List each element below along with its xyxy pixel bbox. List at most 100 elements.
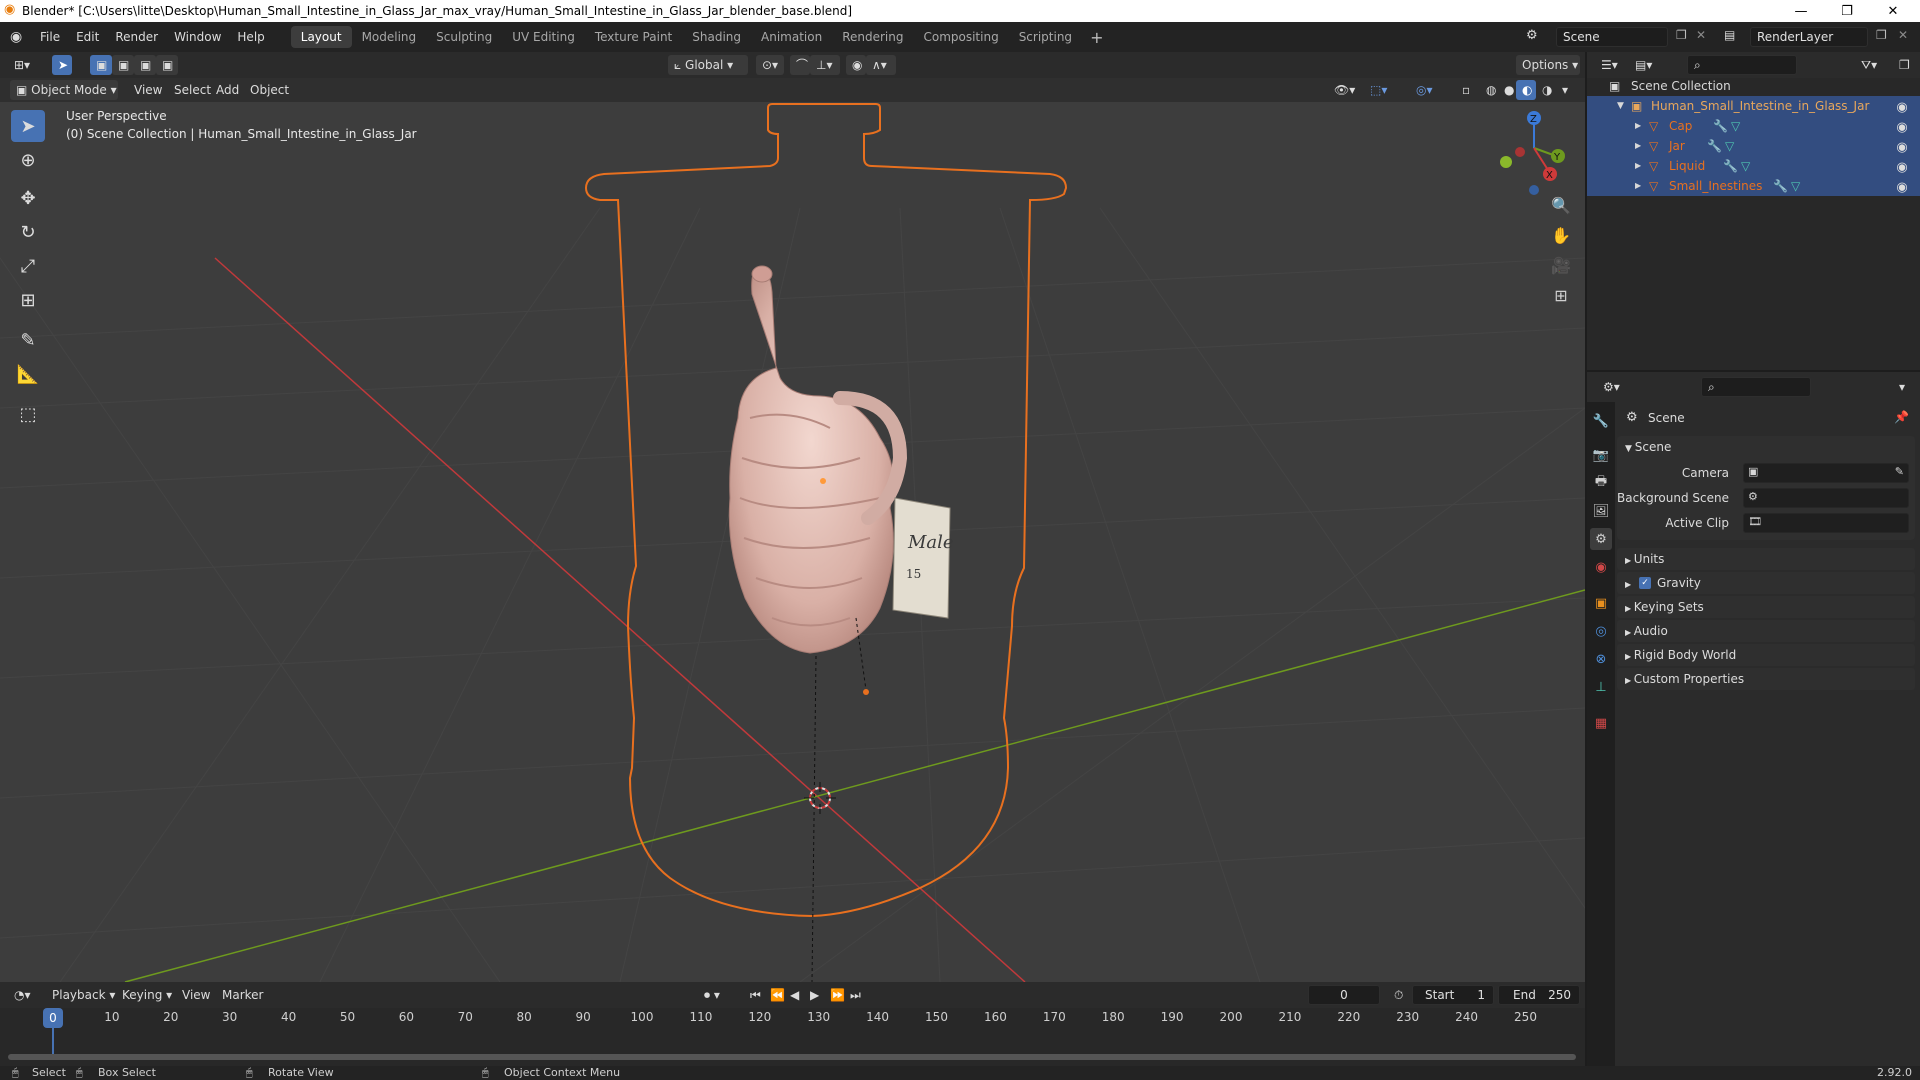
menu-keying[interactable]: Keying ▾ [116,985,178,1005]
tab-animation[interactable]: Animation [751,26,832,48]
maximize-button[interactable]: ❐ [1824,0,1870,22]
select-mode-subtract-icon[interactable]: ▣ [134,55,156,75]
delete-layer-icon[interactable]: ✕ [1898,28,1908,42]
section-units[interactable]: ▶ Units [1617,548,1915,570]
world-tab-icon[interactable]: ◉ [1590,556,1612,578]
data-tab-icon[interactable]: ⊥ [1590,676,1612,698]
move-tool-icon[interactable]: ✥ [11,182,45,214]
timeline-ruler[interactable]: 10 20 30 40 50 60 70 80 90 100 110 120 130 140 150 160 1… [0,1008,1585,1066]
expand-arrow-icon[interactable]: ▶ [1635,116,1641,136]
tab-rendering[interactable]: Rendering [832,26,913,48]
pan-hand-icon[interactable]: ✋ [1548,222,1574,248]
proportional-falloff-icon[interactable]: ∧▾ [866,55,896,75]
section-rigid-body-world[interactable]: ▶ Rigid Body World [1617,644,1915,666]
menu-object[interactable]: Object [244,80,295,100]
tab-compositing[interactable]: Compositing [913,26,1008,48]
filter-icon[interactable]: ⛛▾ [1855,55,1883,75]
material-shading-icon[interactable]: ◐ [1516,80,1536,100]
new-collection-icon[interactable]: ❐ [1893,55,1916,75]
transform-tool-icon[interactable]: ⊞ [11,284,45,316]
modifier-wrench-icon[interactable]: 🔧 [1723,156,1738,176]
camera-field[interactable]: ▣ ✎ [1743,463,1909,483]
record-button-icon[interactable]: ⏺ ▾ [698,985,726,1005]
menu-file[interactable]: File [32,22,68,52]
play-reverse-icon[interactable]: ◀ [784,985,805,1005]
options-dropdown[interactable]: Options ▾ [1516,55,1580,75]
overlays-toggle-icon[interactable]: ◎▾ [1410,80,1439,100]
outliner-scene-collection[interactable]: ▣ Scene Collection [1587,76,1920,96]
shading-options-icon[interactable]: ▾ [1556,80,1574,100]
close-window-button[interactable]: ✕ [1870,0,1916,22]
modifier-wrench-icon[interactable]: 🔧 [1707,136,1722,156]
playhead-indicator[interactable]: 0 [43,1008,63,1028]
properties-options-icon[interactable]: ▾ [1893,377,1911,397]
menu-render[interactable]: Render [107,22,166,52]
tab-uv-editing[interactable]: UV Editing [502,26,585,48]
expand-arrow-icon[interactable]: ▶ [1635,156,1641,176]
add-cube-tool-icon[interactable]: ⬚ [11,398,45,430]
texture-tab-icon[interactable]: ▦ [1590,712,1612,734]
render-layer-field[interactable]: RenderLayer [1750,27,1868,47]
mesh-data-icon[interactable]: ▽ [1791,176,1800,196]
cursor-tool-icon[interactable]: ⊕ [11,144,45,176]
annotate-tool-icon[interactable]: ✎ [11,324,45,356]
snap-target-icon[interactable]: ⊥▾ [810,55,840,75]
tab-layout[interactable]: Layout [290,26,352,48]
properties-editor-icon[interactable]: ⚙▾ [1597,377,1626,397]
current-frame-field[interactable]: 0 [1308,985,1380,1005]
outliner-object-small-intestines[interactable]: ▶ ▽ Small_Inestines 🔧 ▽ ◉ [1587,176,1920,196]
tab-scripting[interactable]: Scripting [1009,26,1082,48]
expand-arrow-icon[interactable]: ▶ [1635,136,1641,156]
select-box-tool-icon[interactable]: ➤ [11,110,45,142]
visibility-eye-icon[interactable]: ◉ [1894,158,1910,175]
gizmo-toggle-icon[interactable]: ⬚▾ [1364,80,1393,100]
output-tab-icon[interactable]: 🖶 [1590,472,1612,494]
timeline-editor-icon[interactable]: ◔▾ [8,985,37,1005]
select-mode-new-icon[interactable]: ▣ [90,55,112,75]
delete-scene-icon[interactable]: ✕ [1696,28,1706,42]
tab-sculpting[interactable]: Sculpting [426,26,502,48]
menu-timeline-view[interactable]: View [176,985,216,1005]
mesh-data-icon[interactable]: ▽ [1725,136,1734,156]
section-audio[interactable]: ▶ Audio [1617,620,1915,642]
end-frame-field[interactable]: End 250 [1498,985,1580,1005]
display-mode-icon[interactable]: ▤▾ [1629,55,1658,75]
expand-arrow-icon[interactable]: ▶ [1635,176,1641,196]
scene-selector-icon[interactable]: ⚙ [1526,28,1538,43]
background-scene-field[interactable]: ⚙ [1743,488,1909,508]
measure-tool-icon[interactable]: 📐 [11,358,45,390]
outliner-object-jar[interactable]: ▶ ▽ Jar 🔧 ▽ ◉ [1587,136,1920,156]
object-tab-icon[interactable]: ▣ [1590,592,1612,614]
menu-edit[interactable]: Edit [68,22,107,52]
view-layer-tab-icon[interactable]: 🖼 [1590,500,1612,522]
visibility-eye-icon[interactable]: ◉ [1894,138,1910,155]
properties-search-input[interactable]: ⌕ [1701,377,1811,397]
visibility-icon[interactable]: 👁▾ [1328,80,1361,100]
xray-toggle-icon[interactable]: ▫ [1456,80,1476,100]
3d-viewport[interactable]: Male 15 Z Y X ▣ Object Mode ▾ View Selec… [0,78,1585,982]
tab-modeling[interactable]: Modeling [352,26,427,48]
select-mode-extend-icon[interactable]: ▣ [112,55,134,75]
menu-add[interactable]: Add [210,80,245,100]
modifier-wrench-icon[interactable]: 🔧 [1713,116,1728,136]
play-icon[interactable]: ▶ [804,985,825,1005]
jump-end-icon[interactable]: ⏭ [844,985,867,1005]
menu-help[interactable]: Help [229,22,272,52]
ortho-grid-icon[interactable]: ⊞ [1548,282,1574,308]
render-tab-icon[interactable]: 📷 [1590,444,1612,466]
select-tool-icon[interactable]: ➤ [52,55,72,75]
preview-range-icon[interactable]: ⏱ [1388,985,1409,1005]
mesh-data-icon[interactable]: ▽ [1741,156,1750,176]
render-layer-icon[interactable]: ▤ [1724,28,1735,42]
minimize-button[interactable]: — [1778,0,1824,22]
tab-shading[interactable]: Shading [682,26,751,48]
eyedropper-icon[interactable]: ✎ [1895,465,1904,478]
pivot-point-icon[interactable]: ⊙▾ [756,55,784,75]
zoom-icon[interactable]: 🔍 [1548,192,1574,218]
gravity-checkbox[interactable]: ✓ [1639,577,1651,589]
select-mode-invert-icon[interactable]: ▣ [156,55,178,75]
start-frame-field[interactable]: Start 1 [1412,985,1494,1005]
scale-tool-icon[interactable]: ⤢ [11,250,45,282]
snap-toggle-icon[interactable]: ⌒ [790,55,810,75]
tool-tab-icon[interactable]: 🔧 [1590,410,1612,432]
